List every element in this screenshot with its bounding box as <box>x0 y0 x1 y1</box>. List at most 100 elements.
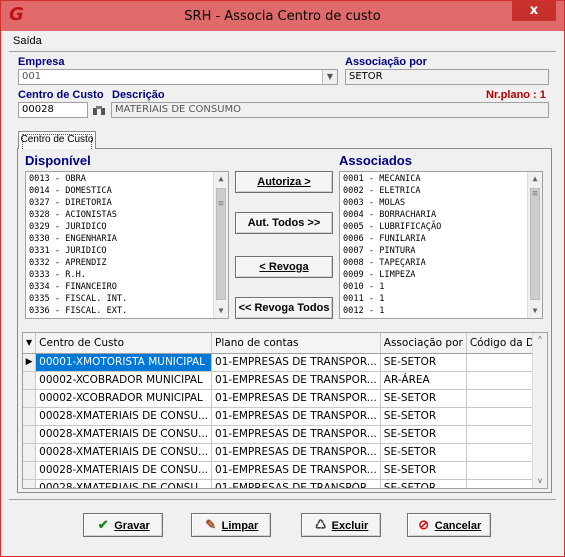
col-header-centro-custo[interactable]: Centro de Custo <box>35 333 213 354</box>
row-indicator[interactable] <box>23 479 37 488</box>
table-row[interactable]: ▶ 00001-XMOTORISTA MUNICIPAL 01-EMPRESAS D… <box>23 353 547 372</box>
cell-centro-custo[interactable]: 00028-XMATERIAIS DE CONSU... <box>35 461 213 480</box>
title-bar[interactable]: G SRH - Associa Centro de custo x <box>1 1 564 31</box>
col-header-plano-contas[interactable]: Plano de contas <box>211 333 381 354</box>
centro-custo-input[interactable]: 00028 <box>18 102 88 118</box>
cell-associacao-por[interactable]: SE-SETOR <box>380 425 467 444</box>
row-indicator[interactable] <box>23 407 37 426</box>
cell-plano-contas[interactable]: 01-EMPRESAS DE TRANSPOR... <box>211 461 381 480</box>
disponivel-list-item[interactable]: 0013 - OBRA <box>29 174 86 185</box>
disponivel-list-item[interactable]: 0328 - ACIONISTAS <box>29 210 117 221</box>
disponivel-list-item[interactable]: 0336 - FISCAL. EXT. <box>29 306 127 317</box>
cell-plano-contas[interactable]: 01-EMPRESAS DE TRANSPOR... <box>211 371 381 390</box>
cell-plano-contas[interactable]: 01-EMPRESAS DE TRANSPOR... <box>211 443 381 462</box>
associados-scrollbar[interactable]: ▲ ≡ ▼ <box>527 172 542 318</box>
aut-todos-button[interactable]: Aut. Todos >> <box>235 212 333 234</box>
associados-list-item[interactable]: 0006 - FUNILARIA <box>343 234 426 245</box>
disponivel-list-item[interactable]: 0330 - ENGENHARIA <box>29 234 117 245</box>
associados-list-item[interactable]: 0009 - LIMPEZA <box>343 270 415 281</box>
cell-plano-contas[interactable]: 01-EMPRESAS DE TRANSPOR... <box>211 407 381 426</box>
disponivel-list-item[interactable]: 0327 - DIRETORIA <box>29 198 112 209</box>
table-row[interactable]: 00002-XCOBRADOR MUNICIPAL 01-EMPRESAS DE … <box>23 371 547 390</box>
scroll-down-icon[interactable]: ▼ <box>214 304 228 318</box>
row-indicator-header[interactable]: ▼ <box>23 333 37 354</box>
menu-item-saida[interactable]: Saída <box>13 35 42 47</box>
table-row[interactable]: 00028-XMATERIAIS DE CONSU... 01-EMPRESAS … <box>23 407 547 426</box>
current-row-indicator-icon[interactable]: ▶ <box>23 353 37 372</box>
menu-divider <box>9 51 556 52</box>
cell-associacao-por[interactable]: SE-SETOR <box>380 407 467 426</box>
close-button[interactable]: x <box>512 1 556 21</box>
autoriza-button[interactable]: Autoriza > <box>235 171 333 193</box>
associados-list-item[interactable]: 0005 - LUBRIFICAÇÃO <box>343 222 441 233</box>
associados-list-item[interactable]: 0002 - ELETRICA <box>343 186 421 197</box>
associados-list-item[interactable]: 0010 - 1 <box>343 282 384 293</box>
cancelar-button[interactable]: ⊘ Cancelar <box>407 513 491 537</box>
revoga-todos-button[interactable]: << Revoga Todos <box>235 297 333 319</box>
row-indicator[interactable] <box>23 371 37 390</box>
associados-list-item[interactable]: 0003 - MOLAS <box>343 198 405 209</box>
scroll-up-icon[interactable]: ^ <box>533 333 547 347</box>
tab-centro-custo[interactable]: Centro de Custo <box>18 131 96 149</box>
scroll-up-icon[interactable]: ▲ <box>214 172 228 186</box>
scroll-thumb[interactable] <box>530 188 540 300</box>
revoga-button[interactable]: < Revoga <box>235 256 333 278</box>
cell-plano-contas[interactable]: 01-EMPRESAS DE TRANSPOR... <box>211 353 381 372</box>
disponivel-scrollbar[interactable]: ▲ ≡ ▼ <box>213 172 228 318</box>
grid-scrollbar[interactable]: ^ v <box>532 333 547 488</box>
cell-associacao-por[interactable]: SE-SETOR <box>380 353 467 372</box>
row-indicator[interactable] <box>23 461 37 480</box>
table-row[interactable]: 00028-XMATERIAIS DE CONSU... 01-EMPRESAS … <box>23 425 547 444</box>
disponivel-list-item[interactable]: 0014 - DOMESTICA <box>29 186 112 197</box>
cell-associacao-por[interactable]: SE-SETOR <box>380 479 467 488</box>
cell-associacao-por[interactable]: SE-SETOR <box>380 461 467 480</box>
disponivel-list-item[interactable]: 0334 - FINANCEIRO <box>29 282 117 293</box>
cell-associacao-por[interactable]: SE-SETOR <box>380 389 467 408</box>
cell-centro-custo[interactable]: 00002-XCOBRADOR MUNICIPAL <box>35 389 213 408</box>
scroll-down-icon[interactable]: v <box>533 474 547 488</box>
cancelar-button-label: Cancelar <box>434 520 482 532</box>
cell-plano-contas[interactable]: 01-EMPRESAS DE TRANSPOR... <box>211 479 381 488</box>
cell-centro-custo[interactable]: 00028-XMATERIAIS DE CONSU... <box>35 407 213 426</box>
cell-centro-custo[interactable]: 00002-XCOBRADOR MUNICIPAL <box>35 371 213 390</box>
associados-list-item[interactable]: 0001 - MECANICA <box>343 174 421 185</box>
cell-associacao-por[interactable]: AR-ÁREA <box>380 371 467 390</box>
excluir-button[interactable]: ♺ Excluir <box>301 513 381 537</box>
table-row[interactable]: 00028-XMATERIAIS DE CONSU... 01-EMPRESAS … <box>23 443 547 462</box>
cell-centro-custo[interactable]: 00028-XMATERIAIS DE CONSU... <box>35 443 213 462</box>
associados-list-item[interactable]: 0008 - TAPEÇARIA <box>343 258 426 269</box>
associados-list-item[interactable]: 0011 - 1 <box>343 294 384 305</box>
row-indicator[interactable] <box>23 389 37 408</box>
cell-plano-contas[interactable]: 01-EMPRESAS DE TRANSPOR... <box>211 425 381 444</box>
associados-list-item[interactable]: 0007 - PINTURA <box>343 246 415 257</box>
empresa-dropdown[interactable]: 001 ▼ <box>18 69 338 85</box>
table-row[interactable]: 00002-XCOBRADOR MUNICIPAL 01-EMPRESAS DE … <box>23 389 547 408</box>
row-indicator[interactable] <box>23 425 37 444</box>
disponivel-list-item[interactable]: 0329 - JURIDICO <box>29 222 107 233</box>
associados-listbox[interactable]: ▲ ≡ ▼ 0001 - MECANICA 0002 - ELETRICA 0003… <box>339 171 543 319</box>
binoculars-search-icon[interactable] <box>88 102 110 118</box>
chevron-down-icon[interactable]: ▼ <box>322 70 337 84</box>
cell-centro-custo[interactable]: 00028-XMATERIAIS DE CONSU... <box>35 425 213 444</box>
cell-centro-custo[interactable]: 00028-XMATERIAIS DE CONSU... <box>35 479 213 488</box>
cell-plano-contas[interactable]: 01-EMPRESAS DE TRANSPOR... <box>211 389 381 408</box>
associados-list-item[interactable]: 0004 - BORRACHARIA <box>343 210 436 221</box>
associations-grid[interactable]: ▼ Centro de Custo Plano de contas Associ… <box>22 332 548 489</box>
disponivel-list-item[interactable]: 0335 - FISCAL. INT. <box>29 294 127 305</box>
row-indicator[interactable] <box>23 443 37 462</box>
table-row[interactable]: 00028-XMATERIAIS DE CONSU... 01-EMPRESAS … <box>23 479 547 488</box>
disponivel-listbox[interactable]: ▲ ≡ ▼ 0013 - OBRA 0014 - DOMESTICA 0327 - … <box>25 171 229 319</box>
col-header-associacao-por[interactable]: Associação por <box>380 333 467 354</box>
cell-associacao-por[interactable]: SE-SETOR <box>380 443 467 462</box>
associados-list-item[interactable]: 0012 - 1 <box>343 306 384 317</box>
main-window: G SRH - Associa Centro de custo x Saída … <box>0 0 565 557</box>
gravar-button[interactable]: ✔ Gravar <box>83 513 163 537</box>
disponivel-list-item[interactable]: 0333 - R.H. <box>29 270 86 281</box>
disponivel-list-item[interactable]: 0331 - JURIDICO <box>29 246 107 257</box>
limpar-button[interactable]: ✎ Limpar <box>191 513 271 537</box>
scroll-down-icon[interactable]: ▼ <box>528 304 542 318</box>
scroll-up-icon[interactable]: ▲ <box>528 172 542 186</box>
table-row[interactable]: 00028-XMATERIAIS DE CONSU... 01-EMPRESAS … <box>23 461 547 480</box>
disponivel-list-item[interactable]: 0332 - APRENDIZ <box>29 258 107 269</box>
cell-centro-custo[interactable]: 00001-XMOTORISTA MUNICIPAL <box>35 353 213 372</box>
